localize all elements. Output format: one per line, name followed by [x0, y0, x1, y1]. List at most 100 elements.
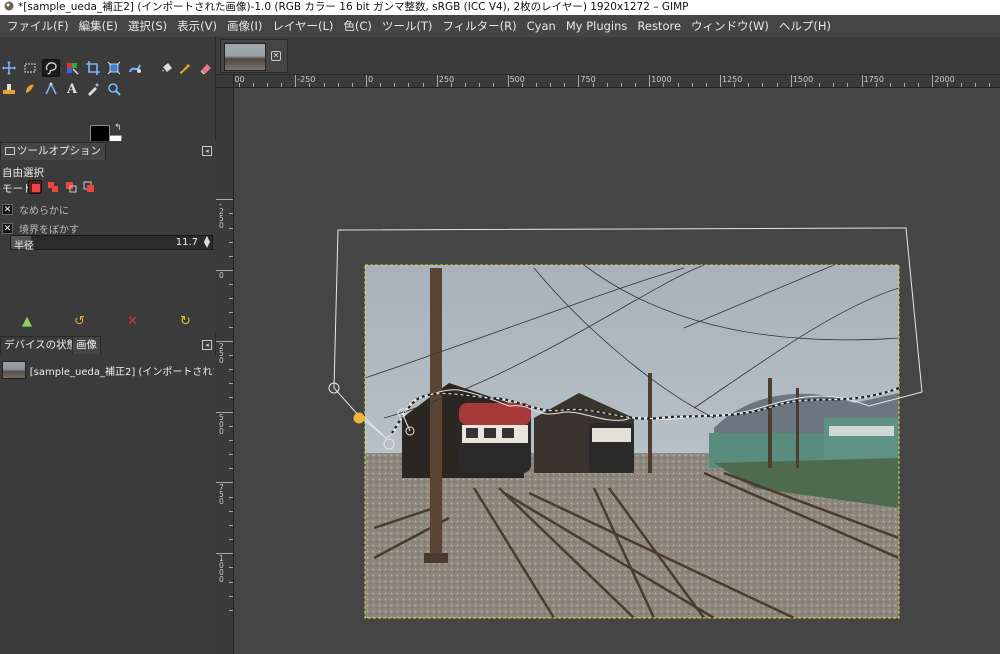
ruler-minor-tick	[946, 83, 948, 87]
warp-transform-tool-icon[interactable]	[126, 59, 144, 77]
menu-item-11[interactable]: Restore	[632, 15, 686, 37]
rect-select-tool-icon[interactable]	[21, 59, 39, 77]
feather-checkbox[interactable]: ✕	[2, 223, 13, 234]
bucket-fill-tool-icon[interactable]	[158, 59, 176, 77]
restore-options-icon[interactable]: ↺	[74, 314, 85, 329]
ruler-minor-tick	[229, 369, 233, 371]
images-tabbar: デバイスの状態 画像 ◂	[0, 335, 216, 355]
menu-item-5[interactable]: レイヤー(L)	[267, 15, 338, 37]
free-select-tool-icon[interactable]	[42, 59, 60, 77]
menu-item-8[interactable]: フィルター(R)	[437, 15, 521, 37]
title-bar: *[sample_ueda_補正2] (インポートされた画像)-1.0 (RGB…	[0, 0, 1000, 15]
zoom-tool-icon[interactable]	[105, 80, 123, 98]
save-options-icon[interactable]: ▲	[22, 314, 32, 329]
ruler-minor-tick	[229, 227, 233, 229]
ruler-minor-tick	[422, 83, 424, 87]
menu-item-4[interactable]: 画像(I)	[222, 15, 267, 37]
tab-tool-options[interactable]: ツールオプション	[0, 142, 106, 160]
paintbrush-tool-icon[interactable]	[176, 59, 194, 77]
ruler-minor-tick	[705, 83, 707, 87]
ruler-minor-tick	[309, 83, 311, 87]
ruler-corner[interactable]	[216, 75, 234, 88]
antialias-label: なめらかに	[19, 206, 69, 217]
ruler-minor-tick	[465, 83, 467, 87]
ruler-minor-tick	[606, 83, 608, 87]
ruler-tick	[649, 75, 651, 87]
ruler-minor-tick	[229, 312, 233, 314]
images-menu-button[interactable]: ◂	[202, 340, 212, 350]
ruler-minor-tick	[229, 496, 233, 498]
crop-tool-icon[interactable]	[84, 59, 102, 77]
menu-item-7[interactable]: ツール(T)	[377, 15, 438, 37]
ruler-minor-tick	[229, 241, 233, 243]
tab-device-status[interactable]: デバイスの状態	[0, 336, 82, 354]
text-tool-icon[interactable]: A	[63, 80, 81, 98]
images-panel: [sample_ueda_補正2] (インポートされた画像)-	[0, 355, 216, 654]
menu-item-2[interactable]: 選択(S)	[123, 15, 172, 37]
ruler-minor-tick	[229, 539, 233, 541]
menu-item-0[interactable]: ファイル(F)	[2, 15, 74, 37]
menu-item-3[interactable]: 表示(V)	[172, 15, 222, 37]
radius-value: 11.7	[175, 237, 198, 248]
tool-options-tab-icon	[5, 147, 15, 155]
ruler-minor-tick	[776, 83, 778, 87]
radius-spinner-icon[interactable]: ▲ ▼	[204, 235, 210, 249]
color-picker-tool-icon[interactable]	[84, 80, 102, 98]
ruler-minor-tick	[229, 454, 233, 456]
menu-item-13[interactable]: ヘルプ(H)	[774, 15, 836, 37]
device-status-tab-label: デバイスの状態	[4, 339, 78, 351]
ruler-minor-tick	[450, 83, 452, 87]
menu-item-12[interactable]: ウィンドウ(W)	[686, 15, 774, 37]
vertical-ruler[interactable]: -250 0 250 500 750 1000	[216, 88, 234, 654]
horizontal-ruler[interactable]: -500-25002505007501000125015001750200022…	[234, 75, 1000, 88]
ruler-minor-tick	[229, 567, 233, 569]
smudge-tool-icon[interactable]	[21, 80, 39, 98]
tool-options-menu-button[interactable]: ◂	[202, 146, 212, 156]
ruler-minor-tick	[323, 83, 325, 87]
clone-tool-icon[interactable]	[0, 80, 18, 98]
ruler-minor-tick	[889, 83, 891, 87]
image-canvas[interactable]	[234, 88, 1000, 654]
fuzzy-select-tool-icon[interactable]	[63, 59, 81, 77]
image-tab[interactable]: ✕	[220, 39, 288, 73]
ruler-label: 0	[368, 75, 374, 84]
ruler-minor-tick	[266, 83, 268, 87]
paths-tool-icon[interactable]	[42, 80, 60, 98]
menu-item-6[interactable]: 色(C)	[338, 15, 377, 37]
feather-radius-field[interactable]: 半径 11.7 ▲ ▼	[10, 235, 213, 252]
mode-add-button[interactable]	[46, 180, 60, 194]
eraser-tool-icon[interactable]	[197, 59, 215, 77]
ruler-minor-tick	[960, 83, 962, 87]
ruler-minor-tick	[229, 383, 233, 385]
feather-checkbox-row[interactable]: ✕ 境界をぼかす	[2, 221, 79, 236]
delete-options-icon[interactable]: ✕	[127, 314, 138, 329]
reset-options-icon[interactable]: ↻	[180, 314, 191, 329]
ruler-minor-tick	[904, 83, 906, 87]
antialias-checkbox-row[interactable]: ✕ なめらかに	[2, 202, 69, 217]
ruler-label: -250	[297, 75, 316, 84]
images-tab-label: 画像	[76, 339, 97, 351]
ruler-minor-tick	[229, 354, 233, 356]
mode-replace-button[interactable]	[28, 180, 42, 194]
menu-item-1[interactable]: 編集(E)	[74, 15, 123, 37]
unified-transform-tool-icon[interactable]	[105, 59, 123, 77]
ruler-minor-tick	[847, 83, 849, 87]
ruler-minor-tick	[819, 83, 821, 87]
ruler-minor-tick	[635, 83, 637, 87]
mode-subtract-button[interactable]	[64, 180, 78, 194]
move-tool-icon[interactable]	[0, 59, 18, 77]
ruler-minor-tick	[804, 83, 806, 87]
menu-item-10[interactable]: My Plugins	[561, 15, 633, 37]
menu-item-9[interactable]: Cyan	[522, 15, 561, 37]
close-icon[interactable]: ✕	[271, 51, 281, 61]
tab-images[interactable]: 画像	[72, 336, 101, 354]
mode-intersect-button[interactable]	[82, 180, 96, 194]
ruler-minor-tick	[734, 83, 736, 87]
image-list-item[interactable]: [sample_ueda_補正2] (インポートされた画像)-	[2, 359, 214, 381]
radius-label: 半径	[14, 241, 34, 252]
canvas-area[interactable]: -500-25002505007501000125015001750200022…	[216, 75, 1000, 654]
image-tabs-bar: ✕	[216, 37, 1000, 75]
antialias-checkbox[interactable]: ✕	[2, 204, 13, 215]
swap-colors-icon[interactable]: ↰	[114, 123, 122, 133]
ruler-minor-tick	[229, 425, 233, 427]
